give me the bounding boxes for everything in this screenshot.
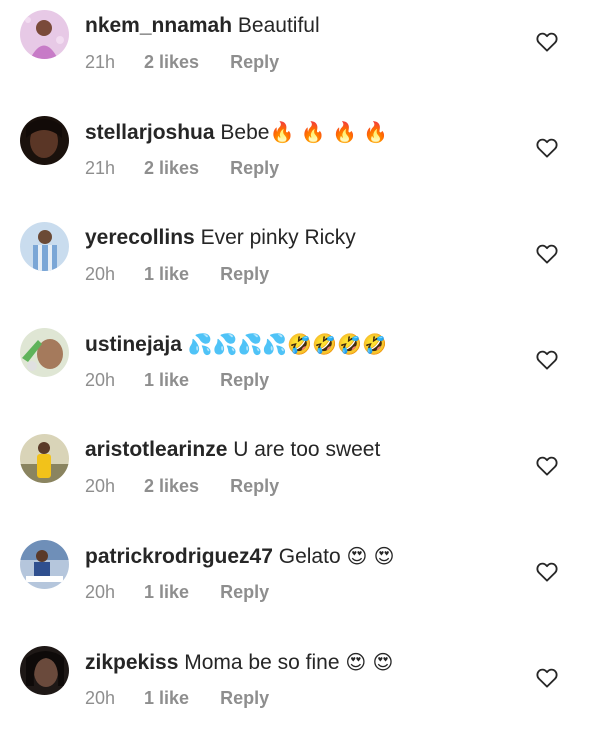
likes-count[interactable]: 1 like (144, 688, 189, 709)
username[interactable]: nkem_nnamah (85, 14, 232, 37)
timestamp: 20h (85, 476, 116, 496)
reply-button[interactable]: Reply (220, 688, 269, 709)
timestamp: 21h (85, 52, 116, 72)
comment-item: ustinejaja 💦💦💦💦🤣🤣🤣🤣 20h 1 like Reply (0, 318, 591, 423)
avatar[interactable] (20, 328, 69, 377)
heart-outline-icon[interactable] (536, 350, 558, 370)
heart-outline-icon[interactable] (536, 456, 558, 476)
emoji-group: 💦💦💦💦🤣🤣🤣🤣 (187, 332, 387, 356)
avatar[interactable] (20, 646, 69, 695)
reply-button[interactable]: Reply (220, 370, 269, 391)
timestamp: 20h (85, 688, 116, 708)
comment-item: patrickrodriguez47 Gelato 😍 😍 20h 1 like… (0, 530, 591, 635)
timestamp: 21h (85, 158, 116, 178)
comment-item: yerecollins Ever pinky Ricky 20h 1 like … (0, 212, 591, 317)
likes-count[interactable]: 2 likes (144, 476, 199, 497)
avatar[interactable] (20, 222, 69, 271)
username[interactable]: zikpekiss (85, 651, 178, 674)
comment-item: zikpekiss Moma be so fine 😍 😍 20h 1 like… (0, 636, 591, 741)
emoji-group: 🔥 🔥 🔥 🔥 (269, 120, 389, 144)
comment-message: Ever pinky Ricky (200, 226, 356, 249)
heart-outline-icon[interactable] (536, 138, 558, 158)
username[interactable]: ustinejaja (85, 333, 182, 356)
comment-message: U are too sweet (233, 438, 381, 461)
reply-button[interactable]: Reply (230, 158, 279, 179)
comment-text: ustinejaja 💦💦💦💦🤣🤣🤣🤣 (85, 330, 387, 359)
emoji-group: 😍 😍 (346, 544, 395, 568)
timestamp: 20h (85, 582, 116, 602)
comment-meta: 20h 2 likes Reply (85, 476, 279, 497)
comment-meta: 21h 2 likes Reply (85, 158, 279, 179)
comment-meta: 20h 1 like Reply (85, 264, 269, 285)
heart-outline-icon[interactable] (536, 32, 558, 52)
username[interactable]: yerecollins (85, 226, 195, 249)
comments-list: nkem_nnamah Beautiful 21h 2 likes Reply … (0, 0, 591, 720)
likes-count[interactable]: 1 like (144, 264, 189, 285)
comment-text: yerecollins Ever pinky Ricky (85, 224, 356, 252)
comment-meta: 20h 1 like Reply (85, 370, 269, 391)
timestamp: 20h (85, 370, 116, 390)
username[interactable]: aristotlearinze (85, 438, 227, 461)
comment-text: zikpekiss Moma be so fine 😍 😍 (85, 648, 393, 677)
comment-message: Gelato (278, 545, 341, 568)
avatar[interactable] (20, 434, 69, 483)
reply-button[interactable]: Reply (220, 582, 269, 603)
emoji-group: 😍 😍 (345, 650, 394, 674)
username[interactable]: patrickrodriguez47 (85, 545, 273, 568)
reply-button[interactable]: Reply (220, 264, 269, 285)
comment-message: Moma be so fine (184, 651, 340, 674)
likes-count[interactable]: 1 like (144, 582, 189, 603)
comment-message: Bebe (220, 121, 270, 144)
username[interactable]: stellarjoshua (85, 121, 215, 144)
comment-meta: 20h 1 like Reply (85, 582, 269, 603)
timestamp: 20h (85, 264, 116, 284)
reply-button[interactable]: Reply (230, 52, 279, 73)
avatar[interactable] (20, 540, 69, 589)
comment-item: aristotlearinze U are too sweet 20h 2 li… (0, 424, 591, 529)
heart-outline-icon[interactable] (536, 244, 558, 264)
likes-count[interactable]: 1 like (144, 370, 189, 391)
heart-outline-icon[interactable] (536, 668, 558, 688)
comment-item: stellarjoshua Bebe🔥 🔥 🔥 🔥 21h 2 likes Re… (0, 106, 591, 211)
reply-button[interactable]: Reply (230, 476, 279, 497)
comment-text: nkem_nnamah Beautiful (85, 12, 320, 40)
comment-text: aristotlearinze U are too sweet (85, 436, 380, 464)
comment-meta: 20h 1 like Reply (85, 688, 269, 709)
likes-count[interactable]: 2 likes (144, 52, 199, 73)
avatar[interactable] (20, 10, 69, 59)
comment-text: stellarjoshua Bebe🔥 🔥 🔥 🔥 (85, 118, 388, 147)
likes-count[interactable]: 2 likes (144, 158, 199, 179)
heart-outline-icon[interactable] (536, 562, 558, 582)
comment-item: nkem_nnamah Beautiful 21h 2 likes Reply (0, 0, 591, 105)
comment-meta: 21h 2 likes Reply (85, 52, 279, 73)
avatar[interactable] (20, 116, 69, 165)
comment-message: Beautiful (237, 14, 320, 37)
comment-text: patrickrodriguez47 Gelato 😍 😍 (85, 542, 395, 571)
